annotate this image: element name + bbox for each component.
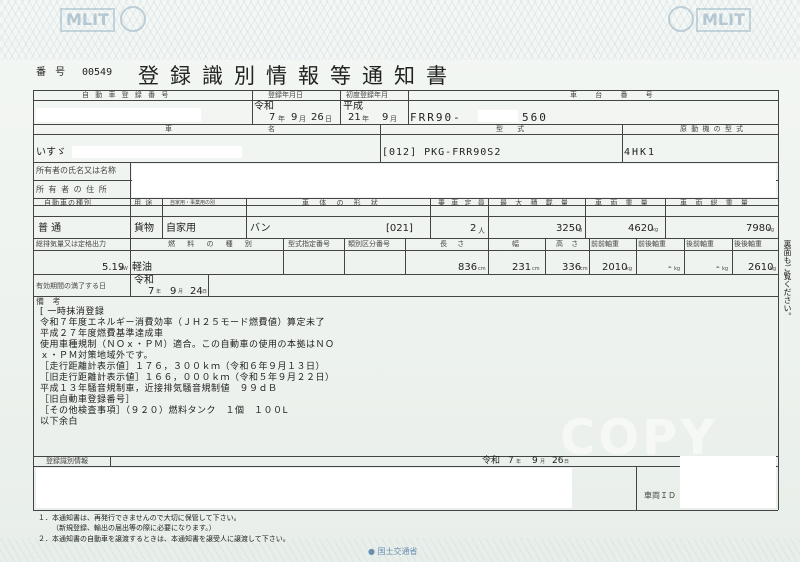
body-label: 車 体 の 形 状 [302, 199, 382, 207]
remarks-line: 令和７年度エネルギー消費効率（ＪＨ２５モード燃費値）算定未了 [40, 318, 326, 328]
expiry-day: 24 [190, 286, 203, 297]
front-rear-axle-value: - [668, 262, 672, 273]
footer-note-1: １．本通知書は、再発行できませんので大切に保管して下さい。 [38, 514, 241, 522]
remarks-line: ｘ・ＰＭ対策地域外です。 [40, 351, 154, 361]
make-value: いすゞ [36, 147, 66, 158]
chassis-label: 車 台 番 号 [570, 91, 661, 99]
make-label: 車 [165, 125, 174, 133]
engine-value: 4HK1 [624, 147, 657, 158]
use-value: 貨物 [134, 223, 154, 234]
front-front-axle-label: 前前軸重 [591, 240, 619, 248]
engine-label: 原 動 機 の 型 式 [680, 125, 745, 133]
chassis-prefix: FRR90- [410, 111, 462, 124]
length-value: 836 [458, 262, 478, 273]
remarks-line: ［旧走行距離計表示値］１６６，０００ｋｍ（令和５年９月２２日） [40, 373, 335, 383]
redacted-chassis-digits [478, 110, 518, 122]
footer-note-3: ２．本通知書の自動車を譲渡するときは、本通知書を譲受人に譲渡して下さい。 [38, 535, 290, 543]
height-value: 336 [562, 262, 582, 273]
fuel-value: 軽油 [132, 262, 152, 273]
footer-note-2: （新規登録、輸出の届出等の際に必要になります。） [52, 524, 216, 532]
redacted-reg-info [36, 468, 572, 508]
issue-era: 令和 [482, 456, 501, 466]
fuel-label: 燃 料 の 種 別 [168, 240, 257, 248]
length-label: 長 さ [440, 240, 469, 248]
reg-month: 9 [291, 112, 298, 123]
first-reg-era: 平成 [343, 101, 363, 112]
width-value: 231 [512, 262, 532, 273]
reg-era: 令和 [254, 101, 274, 112]
document-title: 登録識別情報等通知書 [138, 64, 458, 88]
type-approval-label: 型式指定番号 [288, 240, 330, 248]
remarks-line: 平成１３年騒音規制車，近接排気騒音規制値 ９９ｄＢ [40, 384, 278, 394]
capacity-value: 2 [470, 223, 477, 234]
owner-name-label: 所有者の氏名又は名称 [36, 166, 116, 175]
body-value: バン [250, 223, 271, 234]
model-label: 型 式 [496, 125, 531, 133]
weight-label: 車 両 重 量 [595, 199, 651, 207]
name-label: 名 [268, 125, 277, 133]
rear-front-axle-value: - [716, 262, 720, 273]
vehicle-id-label: 車両ＩＤ [644, 491, 676, 500]
width-label: 幅 [512, 240, 521, 248]
mlit-logo-left: MLIT [60, 8, 115, 32]
mlit-seal-right-icon [668, 6, 694, 32]
front-front-axle-value: 2010 [602, 262, 628, 273]
reg-no-label: 自 動 車 登 録 番 号 [82, 91, 171, 99]
rear-front-axle-label: 後前軸重 [686, 240, 714, 248]
expiry-label: 有効期間の満了する日 [36, 282, 106, 290]
redacted-reg-number [36, 108, 201, 122]
back-side-note: 裏面もご覧ください。 [783, 240, 792, 320]
gross-weight-label: 車 両 総 重 量 [680, 199, 751, 207]
expiry-era: 令和 [134, 275, 154, 286]
kind-label: 自動車の種別 [44, 199, 92, 207]
reg-info-label: 登録識別情報 [46, 457, 88, 465]
remarks-line: ［その他検査事項］（９２０）燃料タンク １個 １００L [40, 406, 289, 416]
redacted-car-name [72, 146, 242, 158]
reg-day: 26 [311, 112, 324, 123]
capacity-label: 乗 車 定 員 [438, 199, 487, 207]
remarks-line: ［走行距離計表示値］１７６，３００ｋｍ（令和６年９月１３日） [40, 362, 326, 372]
model-value: [012] PKG-FRR90S2 [382, 147, 502, 158]
use-sub-label: 自家用・事業用の別 [170, 200, 216, 206]
redacted-owner-info [132, 164, 776, 197]
registration-notice-document: MLIT MLIT COPY 番 号 00549 登録識別情報等通知書 自 動 … [0, 0, 800, 562]
chassis-suffix: 560 [522, 111, 548, 124]
ministry-name: ● 国土交通省 [368, 547, 418, 556]
private-value: 自家用 [166, 223, 196, 234]
number-value: 00549 [82, 67, 113, 78]
remarks-line: [ 一時抹消登録 [40, 307, 105, 317]
remarks-block: [ 一時抹消登録 令和７年度エネルギー消費効率（ＪＨ２５モード燃費値）算定未了 平成… [40, 307, 600, 428]
reg-year: 7 [269, 112, 276, 123]
weight-value: 4620 [628, 223, 654, 234]
first-reg-month: 9 [382, 112, 389, 123]
use-label: 用 途 [134, 199, 154, 207]
kind-value: 普 通 [38, 223, 62, 234]
first-reg-label: 初度登録年月 [346, 91, 388, 99]
issue-year: 7 [508, 456, 514, 466]
front-rear-axle-label: 前後軸重 [638, 240, 666, 248]
remarks-label: 備 考 [36, 297, 64, 306]
mlit-seal-left-icon [120, 6, 146, 32]
displacement-label: 総排気量又は定格出力 [36, 240, 106, 248]
mlit-logo-right: MLIT [696, 8, 751, 32]
body-code: [021] [386, 223, 413, 234]
expiry-year: 7 [148, 286, 155, 297]
reg-date-label: 登録年月日 [268, 91, 303, 99]
number-label: 番 号 [36, 67, 69, 78]
remarks-line: 平成２７年度燃費基準達成車 [40, 329, 164, 339]
rear-rear-axle-label: 後後軸重 [734, 240, 762, 248]
remarks-line: ［旧自動車登録番号］ [40, 395, 136, 405]
ministry-emblem-icon: ● [368, 547, 375, 556]
remarks-line: 使用車種規制（ＮＯｘ・ＰＭ）適合。この自動車の使用の本拠はＮＯ [40, 340, 335, 350]
redacted-vehicle-id [680, 456, 776, 508]
issue-month: 9 [532, 456, 538, 466]
remarks-line: 以下余白 [40, 417, 79, 427]
first-reg-year: 21 [348, 112, 361, 123]
owner-address-label: 所 有 者 の 住 所 [36, 185, 108, 194]
max-load-label: 最 大 積 載 量 [500, 199, 571, 207]
issue-day: 26 [552, 456, 564, 466]
expiry-month: 9 [170, 286, 177, 297]
category-label: 類別区分番号 [348, 240, 390, 248]
height-label: 高 さ [556, 240, 582, 248]
